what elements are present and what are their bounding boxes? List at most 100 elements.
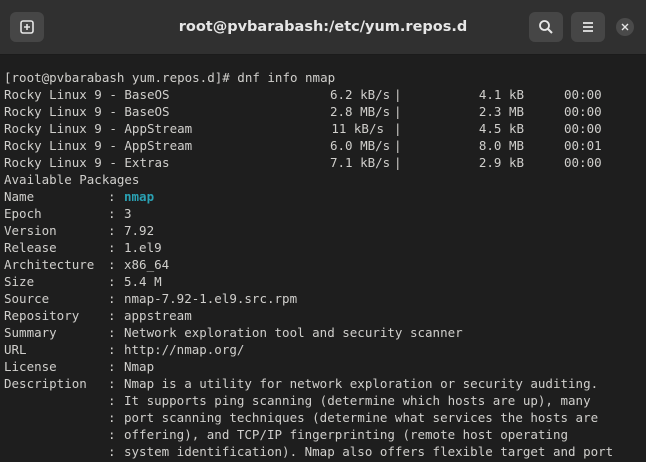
- info-value: Nmap: [124, 359, 155, 374]
- info-row-description-cont: : offering), and TCP/IP fingerprinting (…: [0, 426, 646, 443]
- prompt-line: [root@pvbarabash yum.repos.d]# dnf info …: [4, 70, 336, 85]
- info-value: http://nmap.org/: [124, 342, 245, 357]
- menu-button[interactable]: [571, 12, 605, 42]
- info-colon: :: [108, 291, 116, 306]
- repo-size: 8.0 MB: [478, 138, 524, 153]
- repo-size: 2.9 kB: [478, 155, 524, 170]
- info-row-epoch: Epoch : 3: [0, 205, 646, 222]
- info-row-summary: Summary : Network exploration tool and s…: [0, 324, 646, 341]
- repo-time: 00:01: [564, 138, 602, 153]
- info-colon: :: [108, 359, 116, 374]
- repo-separator: |: [394, 155, 402, 170]
- info-key: Source: [4, 291, 50, 306]
- repo-separator: |: [394, 104, 402, 119]
- repo-row: Rocky Linux 9 - BaseOS 6.2 kB/s | 4.1 kB…: [0, 86, 646, 103]
- info-row-release: Release : 1.el9: [0, 239, 646, 256]
- info-value: appstream: [124, 308, 192, 323]
- repo-name: Rocky Linux 9 - Extras: [4, 155, 170, 170]
- repo-name: Rocky Linux 9 - AppStream: [4, 138, 193, 153]
- info-colon: :: [108, 257, 116, 272]
- repo-speed: 6.2 kB/s: [330, 87, 391, 102]
- info-value: system identification). Nmap also offers…: [124, 444, 614, 459]
- repo-size: 4.1 kB: [478, 87, 524, 102]
- search-button[interactable]: [529, 12, 563, 42]
- repo-size: 2.3 MB: [478, 104, 524, 119]
- repo-size: 4.5 kB: [478, 121, 524, 136]
- repo-separator: |: [394, 138, 402, 153]
- info-colon: :: [108, 342, 116, 357]
- info-value: Nmap is a utility for network exploratio…: [124, 376, 599, 391]
- repo-time: 00:00: [564, 87, 602, 102]
- info-value: x86_64: [124, 257, 170, 272]
- info-row-repository: Repository : appstream: [0, 307, 646, 324]
- info-colon: :: [108, 376, 116, 391]
- info-value: Network exploration tool and security sc…: [124, 325, 463, 340]
- repo-speed: 2.8 MB/s: [330, 104, 391, 119]
- info-colon: :: [108, 274, 116, 289]
- info-key: Version: [4, 223, 57, 238]
- info-key: Name: [4, 189, 35, 204]
- info-value: nmap-7.92-1.el9.src.rpm: [124, 291, 298, 306]
- info-row-description-cont: : port scanning techniques (determine wh…: [0, 409, 646, 426]
- info-row-license: License : Nmap: [0, 358, 646, 375]
- info-value: 7.92: [124, 223, 155, 238]
- info-row-version: Version : 7.92: [0, 222, 646, 239]
- info-colon: :: [108, 410, 116, 425]
- info-key: Architecture: [4, 257, 95, 272]
- close-icon: [621, 23, 629, 31]
- info-key: Release: [4, 240, 57, 255]
- info-key: License: [4, 359, 57, 374]
- repo-separator: |: [394, 121, 402, 136]
- close-button[interactable]: [616, 18, 634, 36]
- info-row-description-cont: : system identification). Nmap also offe…: [0, 443, 646, 460]
- terminal-window: root@pvbarabash:/etc/yum.repos.d [root@p…: [0, 0, 646, 462]
- info-value-name: nmap: [124, 189, 155, 204]
- repo-speed: 7.1 kB/s: [330, 155, 391, 170]
- info-colon: :: [108, 189, 116, 204]
- info-row-architecture: Architecture : x86_64: [0, 256, 646, 273]
- info-value: 3: [124, 206, 132, 221]
- info-value: It supports ping scanning (determine whi…: [124, 393, 591, 408]
- terminal-output[interactable]: [root@pvbarabash yum.repos.d]# dnf info …: [0, 69, 646, 462]
- repo-separator: |: [394, 87, 402, 102]
- info-key: Description: [4, 376, 87, 391]
- info-colon: :: [108, 308, 116, 323]
- info-colon: :: [108, 393, 116, 408]
- repo-row: Rocky Linux 9 - AppStream 11 kB/s | 4.5 …: [0, 120, 646, 137]
- info-colon: :: [108, 427, 116, 442]
- repo-time: 00:00: [564, 104, 602, 119]
- info-colon: :: [108, 444, 116, 459]
- info-key: Epoch: [4, 206, 42, 221]
- info-key: Size: [4, 274, 35, 289]
- repo-row: Rocky Linux 9 - BaseOS 2.8 MB/s | 2.3 MB…: [0, 103, 646, 120]
- info-colon: :: [108, 206, 116, 221]
- info-colon: :: [108, 240, 116, 255]
- info-colon: :: [108, 325, 116, 340]
- info-key: URL: [4, 342, 27, 357]
- section-header: Available Packages: [4, 172, 140, 187]
- repo-name: Rocky Linux 9 - AppStream: [4, 121, 193, 136]
- info-value: offering), and TCP/IP fingerprinting (re…: [124, 427, 569, 442]
- info-value: 5.4 M: [124, 274, 162, 289]
- repo-time: 00:00: [564, 155, 602, 170]
- info-key: Repository: [4, 308, 80, 323]
- repo-name: Rocky Linux 9 - BaseOS: [4, 87, 170, 102]
- repo-row: Rocky Linux 9 - Extras 7.1 kB/s | 2.9 kB…: [0, 154, 646, 171]
- info-key: Summary: [4, 325, 57, 340]
- info-row-size: Size : 5.4 M: [0, 273, 646, 290]
- info-colon: :: [108, 223, 116, 238]
- info-value: 1.el9: [124, 240, 162, 255]
- repo-time: 00:00: [564, 121, 602, 136]
- info-row-url: URL : http://nmap.org/: [0, 341, 646, 358]
- info-row-description: Description : Nmap is a utility for netw…: [0, 375, 646, 392]
- repo-row: Rocky Linux 9 - AppStream 6.0 MB/s | 8.0…: [0, 137, 646, 154]
- header-bar: root@pvbarabash:/etc/yum.repos.d: [0, 0, 646, 55]
- hamburger-menu-icon: [583, 22, 593, 32]
- search-icon: [539, 20, 553, 34]
- info-row-name: Name : nmap: [0, 188, 646, 205]
- info-value: port scanning techniques (determine what…: [124, 410, 599, 425]
- repo-speed: 6.0 MB/s: [330, 138, 391, 153]
- info-row-description-cont: : It supports ping scanning (determine w…: [0, 392, 646, 409]
- info-row-source: Source : nmap-7.92-1.el9.src.rpm: [0, 290, 646, 307]
- repo-speed: 11 kB/s: [331, 121, 384, 136]
